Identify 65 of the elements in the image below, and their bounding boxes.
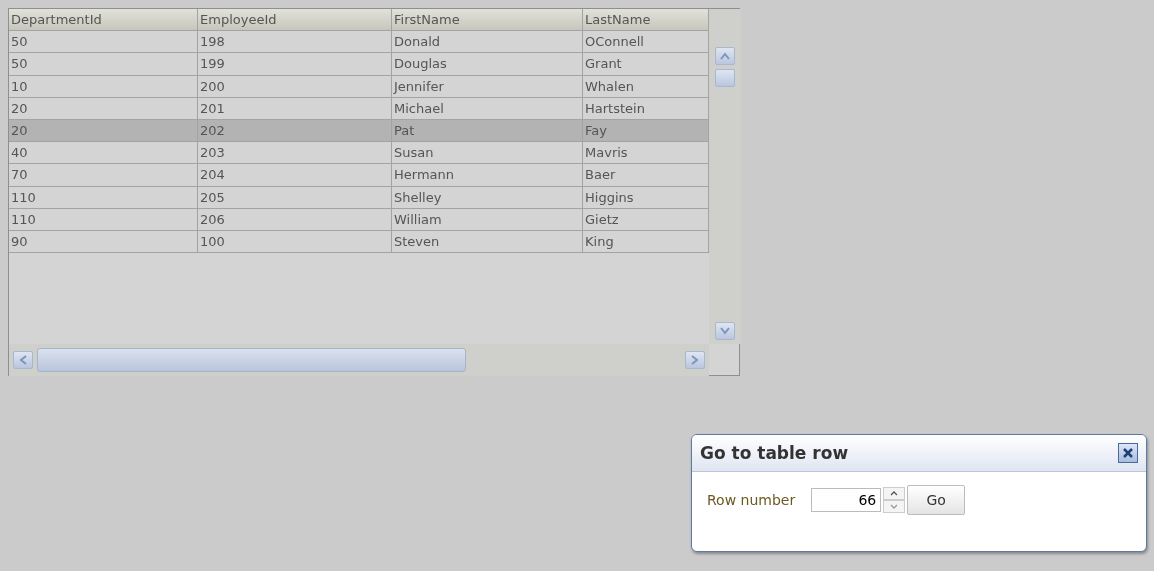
scroll-thumb[interactable] (37, 348, 466, 372)
chevron-down-icon (720, 327, 730, 335)
column-header[interactable]: DepartmentId (9, 9, 198, 31)
chevron-right-icon (691, 355, 699, 365)
table-cell: Susan (392, 142, 583, 164)
scroll-right-button[interactable] (685, 351, 705, 369)
chevron-down-icon (890, 504, 899, 509)
scroll-left-button[interactable] (13, 351, 33, 369)
table-cell: 198 (198, 31, 392, 53)
horizontal-scrollbar[interactable] (9, 344, 709, 376)
table-cell: 50 (9, 53, 198, 75)
table-cell: Hermann (392, 164, 583, 186)
table-row[interactable]: 50 199 Douglas Grant (9, 53, 709, 76)
table-row[interactable]: 20 201 Michael Hartstein (9, 97, 709, 120)
row-number-field[interactable]: 66 (811, 488, 882, 512)
table-cell: 100 (198, 230, 392, 253)
table-cell: Michael (392, 97, 583, 119)
table-cell: 70 (9, 164, 198, 186)
table-cell: 201 (198, 97, 392, 119)
table-cell: 206 (198, 208, 392, 230)
column-header[interactable]: FirstName (392, 9, 583, 31)
decrement-button[interactable] (883, 500, 906, 513)
table-cell: 199 (198, 53, 392, 75)
table-cell: 110 (9, 208, 198, 230)
table-cell: 204 (198, 164, 392, 186)
close-button[interactable] (1118, 443, 1138, 463)
chevron-up-icon (890, 491, 899, 496)
increment-button[interactable] (883, 487, 906, 500)
column-header[interactable]: EmployeeId (198, 9, 392, 31)
table-cell: 205 (198, 186, 392, 208)
table-row[interactable]: 20 202 Pat Fay (9, 119, 709, 143)
go-button[interactable]: Go (907, 485, 966, 515)
table-row[interactable]: 110 205 Shelley Higgins (9, 186, 709, 209)
table-cell: 90 (9, 230, 198, 253)
table-cell: 40 (9, 142, 198, 164)
vertical-scrollbar[interactable] (709, 9, 741, 344)
table-row[interactable]: 40 203 Susan Mavris (9, 142, 709, 165)
table-row[interactable]: 50 198 Donald OConnell (9, 31, 709, 54)
table-row[interactable]: 10 200 Jennifer Whalen (9, 75, 709, 98)
scroll-up-button[interactable] (715, 47, 735, 65)
table-cell: Steven (392, 230, 583, 253)
chevron-left-icon (19, 355, 27, 365)
table-cell: 50 (9, 31, 198, 53)
table-cell: 203 (198, 142, 392, 164)
table-row[interactable]: 90 100 Steven King (9, 230, 709, 254)
table-cell: Jennifer (392, 75, 583, 97)
table-cell: William (392, 208, 583, 230)
table-row[interactable]: 110 206 William Gietz (9, 208, 709, 231)
close-icon (1123, 448, 1133, 458)
table-cell: Douglas (392, 53, 583, 75)
table-cell: Pat (392, 119, 583, 142)
chevron-up-icon (720, 52, 730, 60)
table-cell: Shelley (392, 186, 583, 208)
table-cell: 200 (198, 75, 392, 97)
table-cell: Donald (392, 31, 583, 53)
table-cell: 20 (9, 119, 198, 142)
scroll-down-button[interactable] (715, 322, 735, 340)
scroll-thumb[interactable] (715, 69, 735, 87)
table-row[interactable]: 70 204 Hermann Baer (9, 164, 709, 187)
dialog-title: Go to table row (700, 443, 849, 463)
table-cell: 202 (198, 119, 392, 142)
table-cell: 20 (9, 97, 198, 119)
field-label: Row number (707, 492, 796, 508)
table-cell: 110 (9, 186, 198, 208)
table-cell: 10 (9, 75, 198, 97)
